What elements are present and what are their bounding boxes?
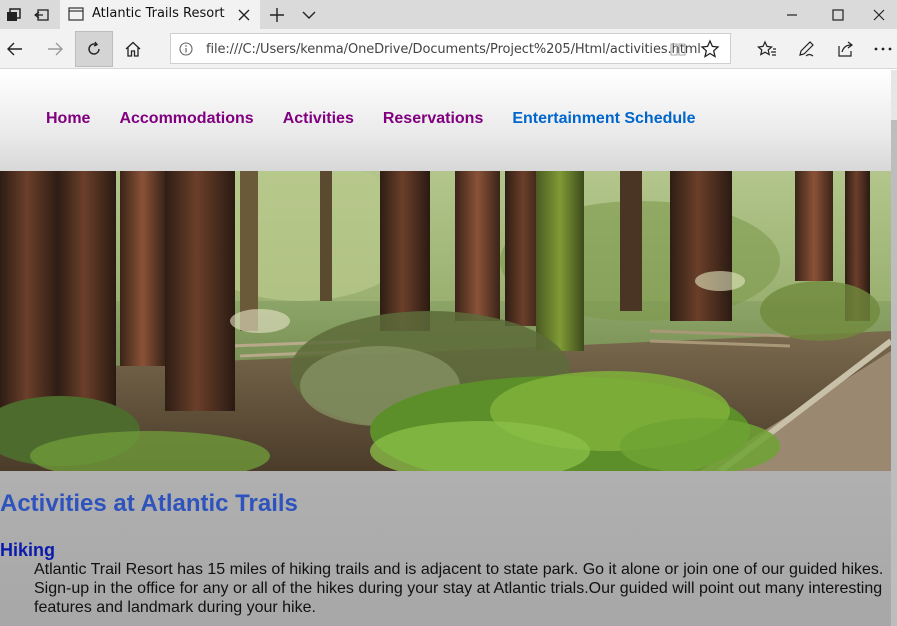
back-arrow-icon [7,42,22,56]
nav-link-entertainment-schedule[interactable]: Entertainment Schedule [512,110,695,130]
page-icon [68,7,84,21]
back-button[interactable] [0,31,34,67]
favorites-button[interactable] [749,33,785,65]
set-aside-tabs-button[interactable] [28,0,56,29]
favorites-list-icon [757,40,776,56]
info-icon [179,42,193,56]
minimize-button[interactable] [769,0,815,29]
close-icon [238,9,250,21]
forward-arrow-icon [48,42,63,56]
maximize-button[interactable] [815,0,861,29]
site-navigation: Home Accommodations Activities Reservati… [46,110,725,130]
scrollbar-thumb[interactable] [891,120,897,626]
minimize-icon [787,13,797,16]
address-toolbar: file:///C:/Users/kenma/OneDrive/Document… [0,29,897,69]
url-text[interactable]: file:///C:/Users/kenma/OneDrive/Document… [206,42,701,57]
nav-link-home[interactable]: Home [46,110,90,130]
nav-link-reservations[interactable]: Reservations [383,110,484,130]
refresh-button[interactable] [75,31,113,67]
tab-close-button[interactable] [234,5,254,25]
pen-icon [799,41,814,57]
tab-atlantic-trails[interactable]: Atlantic Trails Resort [60,0,260,29]
nav-link-activities[interactable]: Activities [283,110,354,130]
share-button[interactable] [828,33,864,65]
home-icon [125,41,141,57]
notes-button[interactable] [788,33,824,65]
page-viewport: Home Accommodations Activities Reservati… [0,70,897,626]
tab-actions-button[interactable] [0,0,28,29]
address-bar[interactable]: file:///C:/Users/kenma/OneDrive/Document… [170,33,731,64]
home-button[interactable] [114,31,152,67]
tab-actions-icon [7,7,21,21]
more-dots-icon [874,47,892,51]
more-button[interactable] [869,33,897,65]
section-text-hiking: Atlantic Trail Resort has 15 miles of hi… [34,561,884,616]
share-icon [838,41,853,57]
maximize-icon [832,8,844,21]
set-aside-tabs-icon [34,8,49,21]
section-heading-hiking: Hiking [0,540,56,560]
tab-list-button[interactable] [295,0,323,29]
close-icon [873,9,885,20]
reading-view-icon[interactable] [669,40,687,58]
new-tab-button[interactable] [263,0,291,29]
hero-forest-image [0,171,891,471]
refresh-icon [88,41,100,55]
page-title: Activities at Atlantic Trails [0,490,298,517]
tab-bar: Atlantic Trails Resort [0,0,897,29]
star-icon[interactable] [700,39,720,59]
forward-button[interactable] [36,31,74,67]
chevron-down-icon [302,11,316,19]
vertical-scrollbar[interactable] [891,70,897,626]
nav-link-accommodations[interactable]: Accommodations [119,110,253,130]
plus-icon [270,7,284,22]
window-close-button[interactable] [861,0,897,29]
tab-title: Atlantic Trails Resort [92,6,225,21]
